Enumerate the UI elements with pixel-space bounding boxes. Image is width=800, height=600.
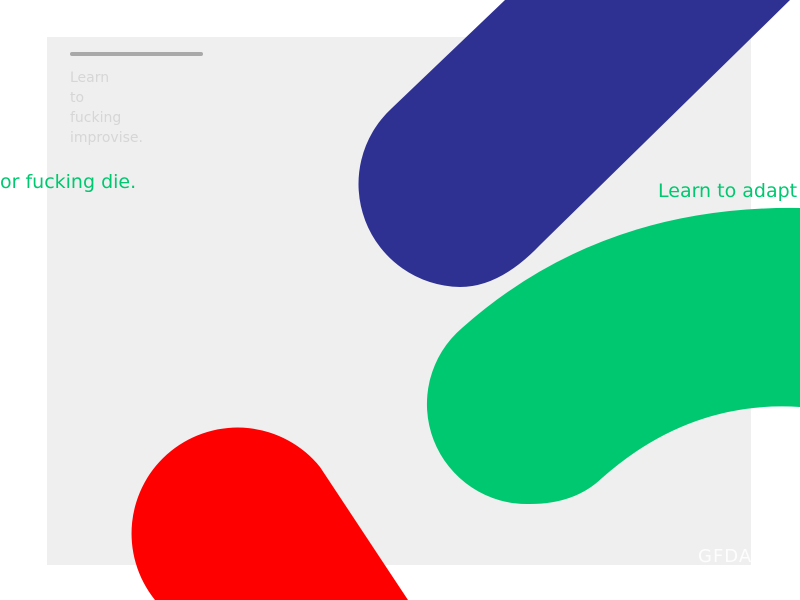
red-shape: [131, 427, 408, 600]
left-phrase: or fucking die.: [0, 171, 137, 193]
watermark-logo: GFDA: [698, 546, 753, 567]
right-phrase: Learn to adapt: [658, 180, 798, 202]
abstract-shapes: [131, 0, 800, 600]
